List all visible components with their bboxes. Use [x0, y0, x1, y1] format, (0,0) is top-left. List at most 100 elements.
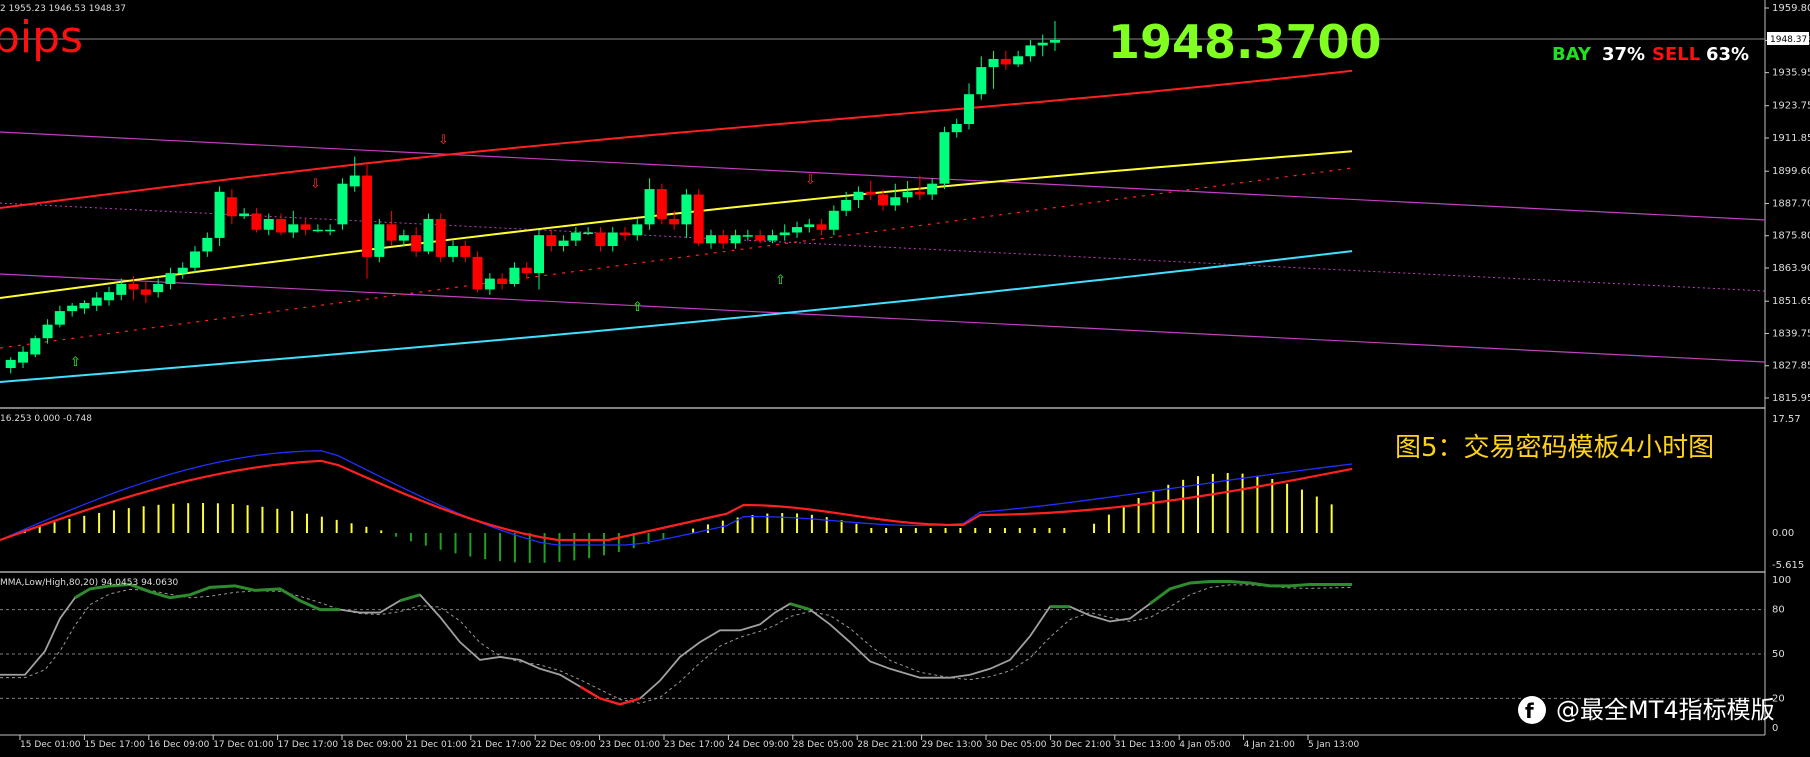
- candle-body[interactable]: [472, 256, 483, 290]
- candle-body[interactable]: [226, 197, 237, 217]
- candle-body[interactable]: [853, 191, 864, 200]
- candle-body[interactable]: [902, 191, 913, 198]
- candle-body[interactable]: [546, 235, 557, 247]
- price-axis-label: 1839.75: [1772, 328, 1810, 339]
- candle-body[interactable]: [374, 224, 385, 257]
- candle-body[interactable]: [398, 235, 409, 241]
- candle-body[interactable]: [411, 235, 422, 252]
- candle-body[interactable]: [706, 235, 717, 244]
- candle-body[interactable]: [116, 283, 127, 295]
- candle-body[interactable]: [620, 232, 631, 236]
- candle-body[interactable]: [91, 297, 102, 306]
- candle-body[interactable]: [804, 224, 815, 228]
- candle-body[interactable]: [460, 246, 471, 257]
- candle-body[interactable]: [681, 194, 692, 225]
- candle-body[interactable]: [841, 199, 852, 211]
- candle-body[interactable]: [816, 224, 827, 230]
- candle-body[interactable]: [288, 224, 299, 233]
- candle-body[interactable]: [251, 213, 262, 230]
- candle-body[interactable]: [632, 224, 643, 236]
- candle-body[interactable]: [693, 194, 704, 244]
- candle-body[interactable]: [1037, 42, 1048, 46]
- candle-body[interactable]: [202, 237, 213, 252]
- candle-body[interactable]: [607, 232, 618, 247]
- candle-body[interactable]: [54, 311, 65, 325]
- candle-body[interactable]: [337, 183, 348, 225]
- candle-body[interactable]: [792, 227, 803, 233]
- candle-body[interactable]: [349, 175, 360, 187]
- candle-body[interactable]: [656, 189, 667, 219]
- candle-body[interactable]: [448, 246, 459, 257]
- candle-body[interactable]: [104, 292, 115, 301]
- candle-body[interactable]: [325, 229, 336, 232]
- candle-body[interactable]: [1025, 45, 1036, 57]
- candle-body[interactable]: [521, 267, 532, 274]
- candle-body[interactable]: [239, 213, 250, 217]
- candle-body[interactable]: [362, 175, 373, 257]
- time-axis-label: 15 Dec 01:00: [20, 740, 81, 750]
- trading-chart[interactable]: ⇩⇩⇩⇧⇧⇧ 1959.801947.851935.951923.751911.…: [0, 0, 1810, 757]
- time-axis-label: 29 Dec 13:00: [922, 740, 983, 750]
- candle-body[interactable]: [828, 210, 839, 230]
- candle-body[interactable]: [276, 218, 287, 233]
- candle-body[interactable]: [300, 224, 311, 230]
- candle-body[interactable]: [534, 235, 545, 274]
- candle-body[interactable]: [18, 351, 29, 363]
- candle-body[interactable]: [644, 189, 655, 225]
- candle-body[interactable]: [153, 283, 164, 293]
- candle-body[interactable]: [890, 197, 901, 206]
- candle-body[interactable]: [435, 218, 446, 257]
- candle-body[interactable]: [976, 67, 987, 95]
- candle-body[interactable]: [1000, 58, 1011, 65]
- candle-body[interactable]: [312, 229, 323, 232]
- time-axis-label: 4 Jan 05:00: [1179, 740, 1231, 750]
- candle-body[interactable]: [558, 240, 569, 247]
- candle-body[interactable]: [30, 338, 41, 355]
- stoch-readout: MMA,Low/High,80,20) 94.0453 94.0630: [0, 578, 179, 588]
- candle-body[interactable]: [755, 235, 766, 241]
- candle-body[interactable]: [423, 218, 434, 252]
- candle-body[interactable]: [509, 267, 520, 284]
- price-tag: 1948.37: [1770, 35, 1807, 45]
- candle-body[interactable]: [742, 235, 753, 237]
- stoch-main-line: [0, 580, 1352, 706]
- candle-body[interactable]: [583, 232, 594, 234]
- candle-body[interactable]: [718, 235, 729, 244]
- candle-body[interactable]: [1050, 39, 1060, 43]
- price-axis-label: 1875.80: [1772, 231, 1810, 242]
- candle-body[interactable]: [263, 218, 274, 230]
- candle-body[interactable]: [914, 191, 925, 195]
- candle-body[interactable]: [595, 232, 606, 247]
- stoch-overbought-segment: [74, 582, 340, 612]
- candle-body[interactable]: [214, 191, 225, 238]
- candle-body[interactable]: [5, 359, 16, 369]
- candle-body[interactable]: [140, 289, 151, 295]
- candle-body[interactable]: [177, 267, 188, 274]
- candle-body[interactable]: [165, 273, 176, 284]
- candle-body[interactable]: [386, 224, 397, 241]
- candle-body[interactable]: [767, 235, 778, 241]
- candle-body[interactable]: [497, 278, 508, 284]
- candle-body[interactable]: [128, 283, 139, 290]
- candle-body[interactable]: [67, 305, 78, 312]
- candle-body[interactable]: [964, 94, 975, 125]
- candle-body[interactable]: [939, 132, 950, 184]
- candle-body[interactable]: [669, 218, 680, 225]
- candle-body[interactable]: [190, 251, 201, 268]
- candle-body[interactable]: [730, 235, 741, 244]
- candle-body[interactable]: [865, 191, 876, 195]
- candle-body[interactable]: [878, 194, 889, 206]
- candle-body[interactable]: [927, 183, 938, 195]
- candle-body[interactable]: [1013, 56, 1024, 65]
- candle-body[interactable]: [79, 302, 90, 309]
- candle-body[interactable]: [484, 278, 495, 290]
- candle-body[interactable]: [951, 124, 962, 133]
- candlesticks[interactable]: [5, 21, 1060, 374]
- candle-body[interactable]: [42, 324, 53, 339]
- candle-body[interactable]: [988, 58, 999, 68]
- candle-body[interactable]: [779, 232, 790, 236]
- macd-indicator: [0, 450, 1353, 563]
- price-axis-label: 1815.95: [1772, 393, 1810, 404]
- price-axis-label: 1959.80: [1772, 3, 1810, 14]
- candle-body[interactable]: [570, 232, 581, 241]
